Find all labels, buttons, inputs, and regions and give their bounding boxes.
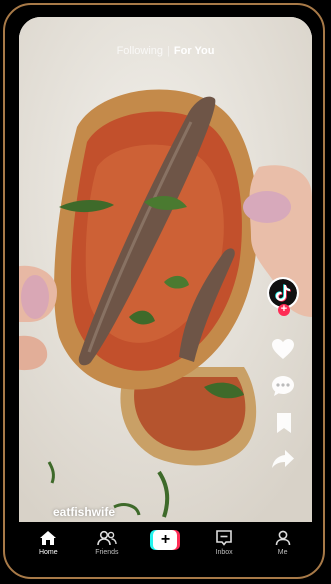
bottom-tab-bar: Home Friends + Inbox Me	[19, 522, 312, 569]
tab-inbox[interactable]: Inbox	[198, 530, 250, 556]
home-icon	[40, 531, 57, 545]
tab-home-label: Home	[38, 549, 58, 556]
tab-me-label: Me	[277, 549, 288, 556]
friends-icon	[97, 530, 117, 546]
phone-frame: Following | For You eatfishwife + Home F…	[3, 3, 325, 579]
share-arrow-icon[interactable]	[270, 446, 296, 472]
author-username[interactable]: eatfishwife	[53, 505, 115, 519]
tab-home[interactable]: Home	[22, 530, 74, 556]
tab-friends-label: Friends	[95, 549, 119, 556]
tab-create[interactable]: +	[139, 530, 191, 550]
tab-me[interactable]: Me	[257, 530, 309, 556]
comment-icon[interactable]	[270, 373, 296, 399]
tab-friends[interactable]: Friends	[81, 530, 133, 556]
bookmark-icon[interactable]	[271, 410, 297, 436]
inbox-icon	[216, 530, 232, 546]
tab-for-you[interactable]: For You	[174, 45, 215, 57]
nav-separator: |	[167, 45, 170, 57]
video-frame	[19, 17, 312, 522]
like-heart-icon[interactable]	[270, 336, 296, 362]
profile-icon	[275, 530, 290, 546]
follow-plus-icon[interactable]: +	[278, 304, 290, 316]
create-plus-icon: +	[150, 530, 181, 550]
tab-inbox-label: Inbox	[215, 549, 233, 556]
tab-following[interactable]: Following	[117, 45, 163, 57]
feed-switcher: Following | For You	[19, 45, 312, 57]
